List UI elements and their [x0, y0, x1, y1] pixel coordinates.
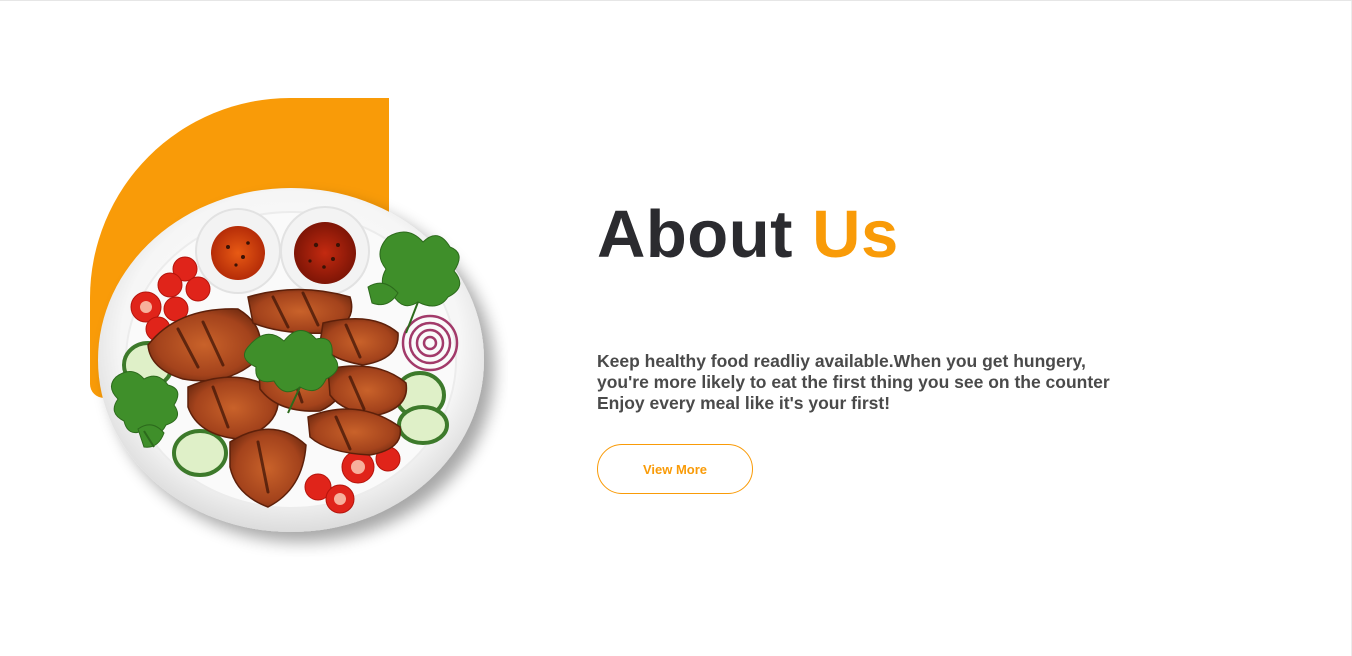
description-line-1: Keep healthy food readliy available.When… [597, 351, 1086, 371]
page-title: About Us [597, 197, 1157, 273]
view-more-button[interactable]: View More [597, 444, 753, 494]
about-section: About Us Keep healthy food readliy avail… [0, 0, 1352, 656]
food-plate-image [98, 188, 484, 532]
heading-accent: Us [812, 197, 899, 272]
description-line-3: Enjoy every meal like it's your first! [597, 393, 891, 413]
about-content: About Us Keep healthy food readliy avail… [597, 197, 1157, 494]
food-image-block [88, 97, 508, 557]
about-description: Keep healthy food readliy available.When… [597, 351, 1157, 414]
description-line-2: you're more likely to eat the first thin… [597, 372, 1110, 392]
heading-main: About [597, 197, 793, 272]
